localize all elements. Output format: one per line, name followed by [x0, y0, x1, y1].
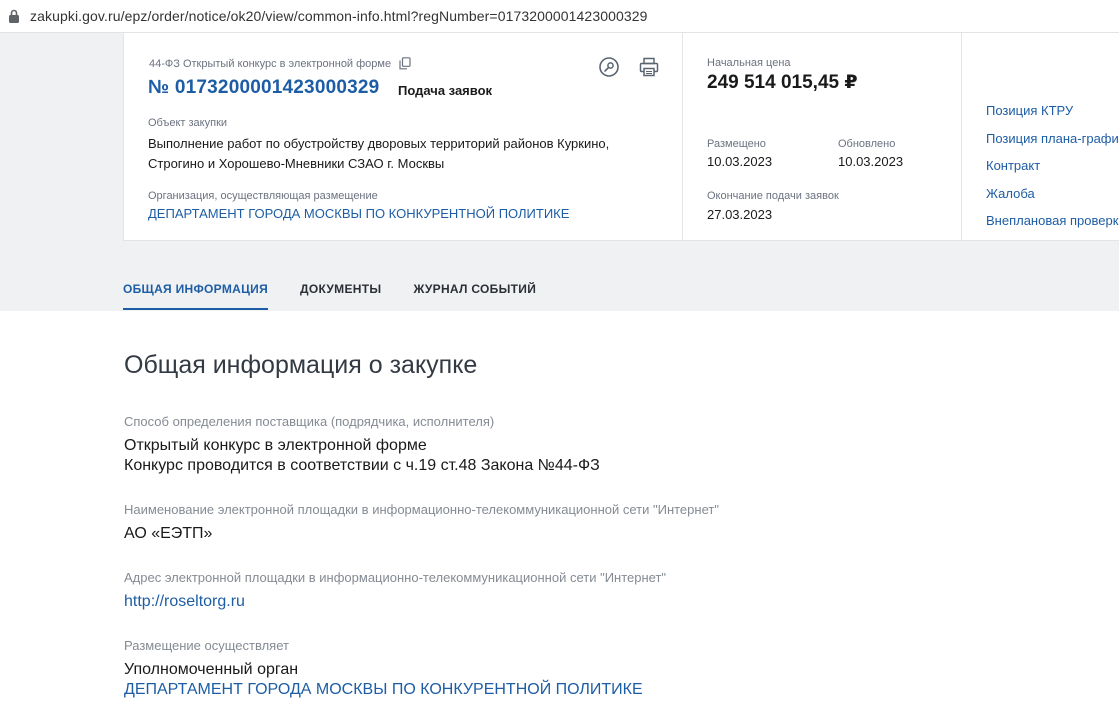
lock-icon[interactable]: [8, 9, 20, 23]
org-label: Организация, осуществляющая размещение: [148, 190, 378, 202]
tab-event-log[interactable]: ЖУРНАЛ СОБЫТИЙ: [413, 282, 536, 310]
url-text[interactable]: zakupki.gov.ru/epz/order/notice/ok20/vie…: [30, 8, 648, 24]
address-bar[interactable]: zakupki.gov.ru/epz/order/notice/ok20/vie…: [0, 0, 1119, 33]
side-links: Позиция КТРУ Позиция плана-графика Контр…: [986, 97, 1119, 235]
search-icon[interactable]: [598, 56, 620, 78]
side-link-contract[interactable]: Контракт: [986, 152, 1119, 180]
side-link-ktru[interactable]: Позиция КТРУ: [986, 97, 1119, 125]
reg-number-link[interactable]: № 0173200001423000329: [148, 77, 379, 99]
law-type-line: 44-ФЗ Открытый конкурс в электронной фор…: [149, 57, 411, 70]
column-divider: [961, 33, 962, 240]
deadline-label: Окончание подачи заявок: [707, 190, 839, 202]
platform-url-link[interactable]: http://roseltorg.ru: [124, 592, 1024, 612]
price-value: 249 514 015,45 ₽: [707, 72, 858, 93]
field-placement-by: Размещение осуществляет Уполномоченный о…: [124, 638, 1024, 700]
copy-icon[interactable]: [399, 57, 411, 70]
field-value: Уполномоченный орган: [124, 661, 299, 678]
law-type: 44-ФЗ Открытый конкурс в электронной фор…: [149, 57, 392, 70]
object-value: Выполнение работ по обустройству дворовы…: [148, 136, 610, 171]
status-badge: Подача заявок: [398, 83, 493, 98]
org-link[interactable]: ДЕПАРТАМЕНТ ГОРОДА МОСКВЫ ПО КОНКУРЕНТНО…: [148, 206, 569, 221]
posted-label: Размещено: [707, 138, 766, 150]
field-label: Адрес электронной площадки в информацион…: [124, 570, 667, 585]
price-label: Начальная цена: [707, 57, 791, 69]
side-link-complaint[interactable]: Жалоба: [986, 180, 1119, 208]
page-title: Общая информация о закупке: [124, 351, 478, 379]
tab-documents[interactable]: ДОКУМЕНТЫ: [300, 282, 381, 310]
main-content: Общая информация о закупке Способ опреде…: [124, 351, 1024, 726]
print-icon[interactable]: [638, 56, 660, 78]
field-platform-address: Адрес электронной площадки в информацион…: [124, 570, 1024, 612]
field-value: АО «ЕЭТП»: [124, 525, 213, 542]
posted-value: 10.03.2023: [707, 154, 773, 169]
field-label: Размещение осуществляет: [124, 638, 289, 653]
side-link-inspection[interactable]: Внеплановая проверка: [986, 207, 1119, 235]
placement-org-link[interactable]: ДЕПАРТАМЕНТ ГОРОДА МОСКВЫ ПО КОНКУРЕНТНО…: [124, 680, 1024, 700]
side-link-plan[interactable]: Позиция плана-графика: [986, 125, 1119, 153]
notice-card: 44-ФЗ Открытый конкурс в электронной фор…: [123, 33, 1119, 241]
column-divider: [682, 33, 683, 240]
field-procurement-method: Способ определения поставщика (подрядчик…: [124, 414, 1024, 476]
field-value: Конкурс проводится в соответствии с ч.19…: [124, 457, 600, 474]
field-label: Способ определения поставщика (подрядчик…: [124, 414, 495, 429]
field-platform-name: Наименование электронной площадки в инфо…: [124, 502, 1024, 544]
updated-value: 10.03.2023: [838, 154, 904, 169]
tab-bar: ОБЩАЯ ИНФОРМАЦИЯ ДОКУМЕНТЫ ЖУРНАЛ СОБЫТИ…: [123, 282, 568, 310]
field-label: Наименование электронной площадки в инфо…: [124, 502, 719, 517]
object-label: Объект закупки: [148, 117, 228, 129]
tab-general-info[interactable]: ОБЩАЯ ИНФОРМАЦИЯ: [123, 282, 269, 310]
field-value: Открытый конкурс в электронной форме: [124, 437, 427, 454]
updated-label: Обновлено: [838, 138, 896, 150]
deadline-value: 27.03.2023: [707, 207, 773, 222]
